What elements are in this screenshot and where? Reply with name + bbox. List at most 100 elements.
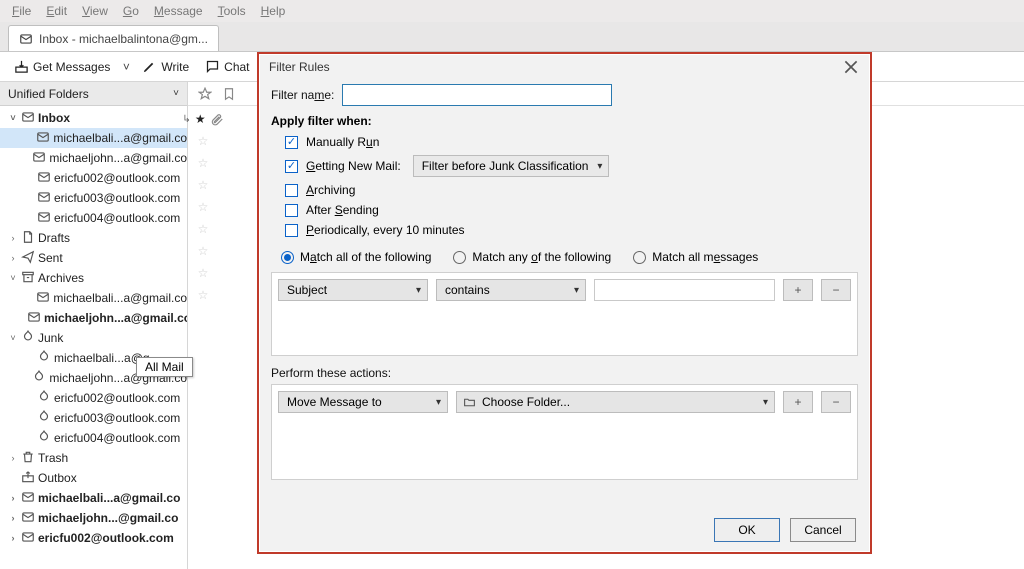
- folder-node[interactable]: ˅Archives: [0, 268, 187, 288]
- folder-node[interactable]: michaelbali...a@gmail.co: [0, 128, 187, 148]
- folder-node[interactable]: michaeljohn...a@gmail.co: [0, 308, 187, 328]
- opt-periodically[interactable]: Periodically, every 10 minutes: [285, 223, 858, 237]
- folder-node[interactable]: ›michaeljohn...@gmail.co: [0, 508, 187, 528]
- folder-node[interactable]: ericfu003@outlook.com: [0, 408, 187, 428]
- action-type-select[interactable]: Move Message to: [278, 391, 448, 413]
- checkbox-checked-icon: [285, 136, 298, 149]
- dialog-title: Filter Rules: [269, 60, 330, 74]
- menu-message[interactable]: Message: [148, 2, 209, 20]
- folder-label: michaelbali...a@gmail.co: [53, 131, 187, 145]
- inbox-icon: [37, 190, 51, 207]
- radio-match-any[interactable]: Match any of the following: [453, 250, 611, 264]
- radio-match-all[interactable]: Match all of the following: [281, 250, 431, 264]
- tab-inbox[interactable]: Inbox - michaelbalintona@gm...: [8, 25, 219, 51]
- inbox-icon: [36, 290, 50, 307]
- radio-unchecked-icon: [453, 251, 466, 264]
- folder-node[interactable]: ˅Inbox: [0, 108, 187, 128]
- folder-node[interactable]: ericfu002@outlook.com: [0, 168, 187, 188]
- star-outline-icon[interactable]: ☆: [198, 178, 209, 192]
- folder-node[interactable]: michaelbali...a@gmail.co: [0, 288, 187, 308]
- junk-classification-select[interactable]: Filter before Junk Classification: [413, 155, 610, 177]
- menu-go[interactable]: Go: [117, 2, 145, 20]
- folder-node[interactable]: michaeljohn...a@gmail.co: [0, 148, 187, 168]
- star-outline-icon[interactable]: ☆: [198, 244, 209, 258]
- choose-folder-button[interactable]: Choose Folder...: [456, 391, 775, 413]
- tooltip-all-mail: All Mail: [136, 357, 193, 377]
- folder-label: ericfu002@outlook.com: [38, 531, 174, 545]
- folder-node[interactable]: ericfu002@outlook.com: [0, 388, 187, 408]
- condition-field-select[interactable]: Subject: [278, 279, 428, 301]
- folder-label: ericfu003@outlook.com: [54, 191, 180, 205]
- opt-getting-new-mail[interactable]: Getting New Mail: Filter before Junk Cla…: [285, 155, 858, 177]
- folder-node[interactable]: Outbox: [0, 468, 187, 488]
- folder-node[interactable]: ericfu003@outlook.com: [0, 188, 187, 208]
- star-outline-icon[interactable]: ☆: [198, 156, 209, 170]
- condition-value-input[interactable]: [594, 279, 775, 301]
- chat-button[interactable]: Chat: [199, 56, 255, 77]
- checkbox-unchecked-icon: [285, 204, 298, 217]
- checkbox-checked-icon: [285, 160, 298, 173]
- conditions-box: Subject contains + −: [271, 272, 858, 356]
- folder-label: ericfu004@outlook.com: [54, 431, 180, 445]
- filter-name-input[interactable]: [342, 84, 612, 106]
- close-button[interactable]: [842, 58, 860, 76]
- get-messages-caret[interactable]: ˅: [120, 60, 132, 74]
- junk-icon: [37, 390, 51, 407]
- draft-icon: [21, 230, 35, 247]
- star-outline-icon[interactable]: ☆: [198, 200, 209, 214]
- menu-file[interactable]: File: [6, 2, 37, 20]
- menu-tools[interactable]: Tools: [212, 2, 252, 20]
- folder-node[interactable]: ›ericfu002@outlook.com: [0, 528, 187, 548]
- actions-label: Perform these actions:: [271, 366, 858, 380]
- get-messages-button[interactable]: Get Messages: [8, 56, 116, 77]
- close-icon: [842, 58, 860, 76]
- star-outline-icon[interactable]: ☆: [198, 222, 209, 236]
- folder-node[interactable]: ›Drafts: [0, 228, 187, 248]
- folder-label: michaeljohn...@gmail.co: [38, 511, 178, 525]
- cancel-button[interactable]: Cancel: [790, 518, 856, 542]
- folder-label: michaeljohn...a@gmail.co: [49, 151, 187, 165]
- folder-label: Archives: [38, 271, 84, 285]
- folder-panel-header[interactable]: Unified Folders ˅: [0, 82, 187, 106]
- folder-node[interactable]: ˅Junk: [0, 328, 187, 348]
- folder-node[interactable]: ericfu004@outlook.com: [0, 208, 187, 228]
- opt-archiving[interactable]: Archiving: [285, 183, 858, 197]
- folder-node[interactable]: ›Trash: [0, 448, 187, 468]
- condition-add-button[interactable]: +: [783, 279, 813, 301]
- menu-help[interactable]: Help: [255, 2, 292, 20]
- star-outline-icon[interactable]: ☆: [198, 134, 209, 148]
- star-outline-icon[interactable]: ☆: [198, 266, 209, 280]
- opt-manual-run[interactable]: Manually Run: [285, 135, 858, 149]
- pin-icon[interactable]: [198, 87, 212, 101]
- outbox-icon: [21, 470, 35, 487]
- twisty-icon: ˅: [8, 113, 18, 123]
- action-remove-button[interactable]: −: [821, 391, 851, 413]
- inbox-icon: [37, 170, 51, 187]
- action-add-button[interactable]: +: [783, 391, 813, 413]
- twisty-icon: ˅: [8, 333, 18, 343]
- junk-icon: [32, 370, 46, 387]
- folder-tree: ˅Inboxmichaelbali...a@gmail.comichaeljoh…: [0, 106, 187, 569]
- folder-node[interactable]: ›Sent: [0, 248, 187, 268]
- condition-op-select[interactable]: contains: [436, 279, 586, 301]
- sent-icon: [21, 250, 35, 267]
- menu-view[interactable]: View: [76, 2, 114, 20]
- junk-icon: [37, 350, 51, 367]
- folder-node[interactable]: ericfu004@outlook.com: [0, 428, 187, 448]
- opt-after-sending[interactable]: After Sending: [285, 203, 858, 217]
- star-outline-icon[interactable]: ☆: [198, 288, 209, 302]
- bookmark-icon[interactable]: [222, 87, 236, 101]
- radio-match-all-messages[interactable]: Match all messages: [633, 250, 758, 264]
- folder-label: ericfu003@outlook.com: [54, 411, 180, 425]
- star-filled-icon[interactable]: ★: [195, 112, 206, 126]
- mail-icon: [21, 530, 35, 547]
- folder-label: Sent: [38, 251, 63, 265]
- menu-edit[interactable]: Edit: [40, 2, 73, 20]
- folder-sidebar: Unified Folders ˅ ˅Inbox michaelbali...a@…: [0, 82, 188, 569]
- folder-node[interactable]: ›michaelbali...a@gmail.co: [0, 488, 187, 508]
- condition-remove-button[interactable]: −: [821, 279, 851, 301]
- attachment-icon: [210, 112, 224, 126]
- ok-button[interactable]: OK: [714, 518, 780, 542]
- write-button[interactable]: Write: [136, 56, 195, 77]
- folder-label: Drafts: [38, 231, 70, 245]
